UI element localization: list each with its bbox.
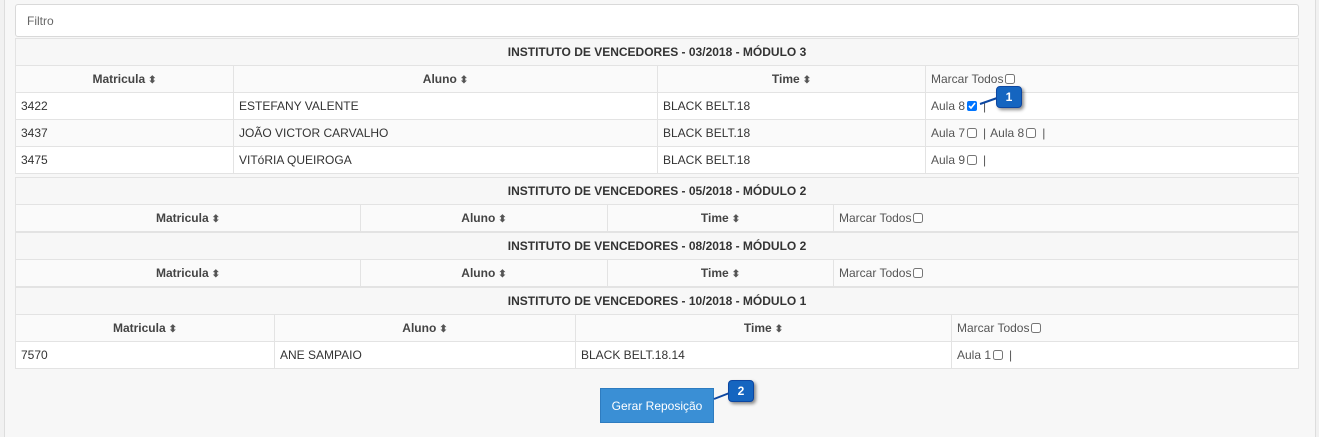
group-table: INSTITUTO DE VENCEDORES - 10/2018 - MÓDU… [14, 287, 1300, 369]
table-row: 3422 ESTEFANY VALENTE BLACK BELT.18 Aula… [15, 92, 1300, 120]
callout-badge-2: 2 [728, 380, 754, 402]
table-row: 3475 VITóRIA QUEIROGA BLACK BELT.18 Aula… [15, 146, 1300, 174]
col-label: Aluno [461, 211, 496, 225]
cell-aulas: Aula 8 | [924, 92, 1300, 120]
aula-label: Aula 1 [957, 348, 992, 362]
col-label: Matricula [155, 211, 209, 225]
sort-icon[interactable]: ⬍ [439, 324, 447, 335]
col-label: Time [700, 266, 729, 280]
cell-aluno: ESTEFANY VALENTE [233, 92, 658, 120]
col-label: Time [771, 72, 800, 86]
callout-arrows [713, 96, 1001, 400]
marcar-todos-checkbox[interactable] [1031, 323, 1042, 333]
col-time-header[interactable]: Time ⬍ [575, 314, 952, 342]
aula-checkbox[interactable] [967, 155, 978, 165]
col-aluno-header[interactable]: Aluno ⬍ [360, 204, 608, 232]
separator: | [983, 153, 987, 167]
marcar-todos-label: Marcar Todos [839, 211, 912, 225]
col-matricula-header[interactable]: Matricula ⬍ [15, 65, 234, 93]
col-label: Matricula [112, 321, 166, 335]
group-title: INSTITUTO DE VENCEDORES - 08/2018 - MÓDU… [14, 232, 1300, 260]
sort-icon[interactable]: ⬍ [212, 269, 220, 280]
marcar-todos-checkbox[interactable] [913, 268, 924, 278]
group-table: INSTITUTO DE VENCEDORES - 08/2018 - MÓDU… [14, 232, 1300, 287]
callout-badge-1: 1 [996, 86, 1022, 108]
marcar-todos-header: Marcar Todos [832, 259, 1300, 287]
col-time-header[interactable]: Time ⬍ [607, 259, 834, 287]
sort-icon[interactable]: ⬍ [732, 269, 740, 280]
col-label: Aluno [402, 321, 437, 335]
col-label: Time [700, 211, 729, 225]
col-aluno-header[interactable]: Aluno ⬍ [274, 314, 576, 342]
sort-icon[interactable]: ⬍ [212, 214, 220, 225]
col-label: Matricula [155, 266, 209, 280]
marcar-todos-header: Marcar Todos [950, 314, 1300, 342]
sort-icon[interactable]: ⬍ [460, 75, 468, 86]
marcar-todos-label: Marcar Todos [957, 321, 1030, 335]
aula-checkbox[interactable] [967, 128, 978, 138]
aula-label: Aula 7 [931, 126, 966, 140]
cell-time: BLACK BELT.18.14 [575, 341, 952, 369]
cell-time: BLACK BELT.18 [657, 119, 926, 147]
sort-icon[interactable]: ⬍ [803, 75, 811, 86]
col-label: Aluno [461, 266, 496, 280]
aula-label: Aula 8 [931, 99, 966, 113]
sort-icon[interactable]: ⬍ [169, 324, 177, 335]
marcar-todos-header: Marcar Todos [924, 65, 1300, 93]
col-matricula-header[interactable]: Matricula ⬍ [15, 204, 361, 232]
col-label: Matricula [92, 72, 146, 86]
cell-aulas: Aula 9 | [924, 146, 1300, 174]
aula-checkbox[interactable] [967, 101, 978, 111]
cell-time: BLACK BELT.18 [657, 146, 926, 174]
table-row: 3437 JOÃO VICTOR CARVALHO BLACK BELT.18 … [15, 119, 1300, 147]
sort-icon[interactable]: ⬍ [498, 214, 506, 225]
marcar-todos-checkbox[interactable] [913, 213, 924, 223]
group-title: INSTITUTO DE VENCEDORES - 05/2018 - MÓDU… [14, 177, 1300, 205]
cell-aulas: Aula 1 | [950, 341, 1300, 369]
col-time-header[interactable]: Time ⬍ [607, 204, 834, 232]
cell-aluno: JOÃO VICTOR CARVALHO [233, 119, 658, 147]
col-matricula-header[interactable]: Matricula ⬍ [15, 314, 275, 342]
aula-checkbox[interactable] [993, 350, 1004, 360]
aula-label: Aula 9 [931, 153, 966, 167]
cell-matricula: 3437 [15, 119, 234, 147]
group-title: INSTITUTO DE VENCEDORES - 03/2018 - MÓDU… [14, 38, 1300, 66]
cell-aluno: VITóRIA QUEIROGA [233, 146, 658, 174]
filter-input[interactable] [15, 4, 1299, 37]
marcar-todos-checkbox[interactable] [1005, 74, 1016, 84]
col-time-header[interactable]: Time ⬍ [657, 65, 926, 93]
col-label: Time [743, 321, 772, 335]
sort-icon[interactable]: ⬍ [775, 324, 783, 335]
col-aluno-header[interactable]: Aluno ⬍ [360, 259, 608, 287]
marcar-todos-label: Marcar Todos [839, 266, 912, 280]
group-title: INSTITUTO DE VENCEDORES - 10/2018 - MÓDU… [14, 287, 1300, 315]
cell-aluno: ANE SAMPAIO [274, 341, 576, 369]
col-matricula-header[interactable]: Matricula ⬍ [15, 259, 361, 287]
sort-icon[interactable]: ⬍ [498, 269, 506, 280]
group-table: INSTITUTO DE VENCEDORES - 05/2018 - MÓDU… [14, 177, 1300, 232]
cell-matricula: 7570 [15, 341, 275, 369]
sort-icon[interactable]: ⬍ [148, 75, 156, 86]
separator: | [1009, 348, 1013, 362]
gerar-reposicao-button[interactable]: Gerar Reposição [600, 388, 714, 423]
marcar-todos-label: Marcar Todos [931, 72, 1004, 86]
col-label: Aluno [422, 72, 457, 86]
separator: | [1042, 126, 1046, 140]
aula-label: Aula 8 [990, 126, 1025, 140]
cell-aulas: Aula 7 | Aula 8 | [924, 119, 1300, 147]
group-table: INSTITUTO DE VENCEDORES - 03/2018 - MÓDU… [14, 38, 1300, 174]
cell-matricula: 3422 [15, 92, 234, 120]
cell-time: BLACK BELT.18 [657, 92, 926, 120]
marcar-todos-header: Marcar Todos [832, 204, 1300, 232]
cell-matricula: 3475 [15, 146, 234, 174]
table-row: 7570 ANE SAMPAIO BLACK BELT.18.14 Aula 1… [15, 341, 1300, 369]
col-aluno-header[interactable]: Aluno ⬍ [233, 65, 658, 93]
sort-icon[interactable]: ⬍ [732, 214, 740, 225]
separator: | [983, 126, 987, 140]
aula-checkbox[interactable] [1026, 128, 1037, 138]
